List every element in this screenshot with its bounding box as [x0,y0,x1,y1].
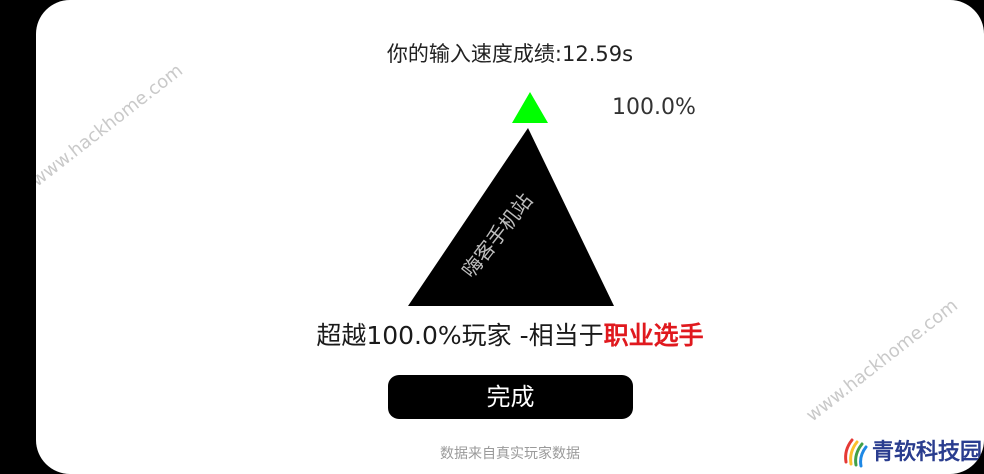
brand-name: 青软科技园 [872,440,983,465]
qingruan-logo-icon [844,438,868,468]
pyramid-rank-icon [408,92,614,306]
watermark-url-bottom-right: www.hackhome.com [802,294,962,427]
watermark-url-top-left: www.hackhome.com [36,59,187,192]
page-title: 你的输入速度成绩:12.59s [386,42,634,66]
percentile-label: 100.0% [612,95,696,120]
result-prefix: 超越100.0%玩家 -相当于 [316,321,604,350]
done-button[interactable]: 完成 [388,375,633,419]
pyramid-body-segment [408,128,614,306]
rank-badge: 职业选手 [603,321,704,350]
brand-watermark: 青软科技园 [842,428,982,472]
result-summary: 超越100.0%玩家 -相当于职业选手 [36,316,984,352]
result-card: www.hackhome.com www.hackhome.com 你的输入速度… [36,0,984,474]
pyramid-tip-segment [512,92,548,123]
app-screen: www.hackhome.com www.hackhome.com 你的输入速度… [0,0,984,474]
